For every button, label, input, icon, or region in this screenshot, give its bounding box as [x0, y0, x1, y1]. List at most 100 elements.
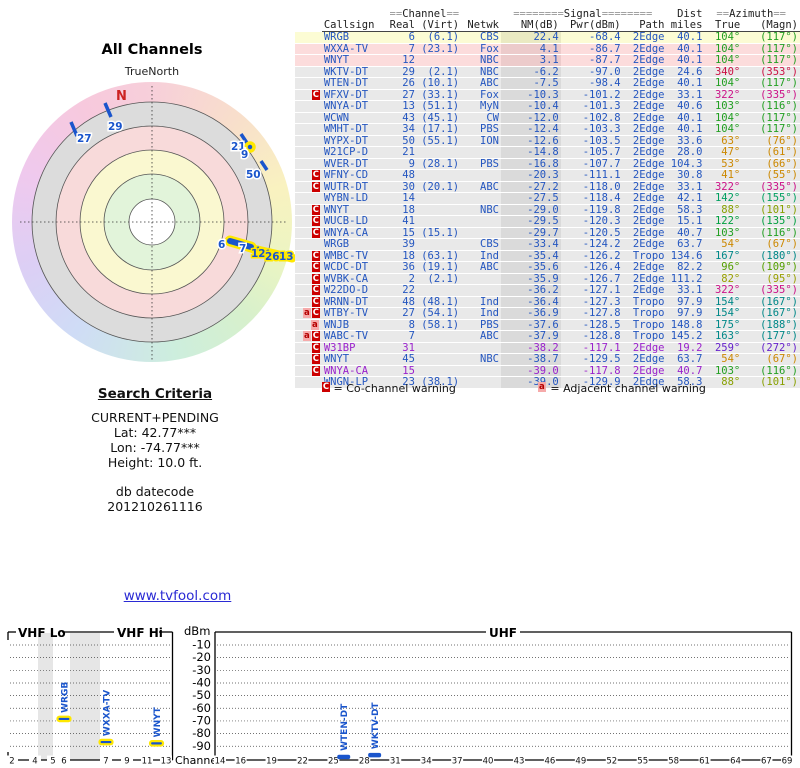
- cell-miles: 28.0: [667, 147, 705, 159]
- co-channel-warning-badge: C: [312, 216, 320, 226]
- cell-az-true: 163°: [704, 331, 742, 343]
- cell-nm: -12.0: [501, 112, 561, 124]
- cell-callsign: WVBK-CA: [322, 273, 390, 285]
- channel-tick-labels: 2456791113141619222528313437404346495255…: [6, 756, 793, 767]
- cell-miles: 40.1: [667, 124, 705, 136]
- cell-path: 2Edge: [623, 101, 667, 113]
- dbm-gridlines: [10, 645, 790, 746]
- cell-virt: [417, 354, 461, 366]
- cell-real: 31: [390, 342, 417, 354]
- cell-az-true: 322°: [704, 181, 742, 193]
- table-row: WVER-DT9(28.1)PBS-16.8-107.72Edge104.353…: [295, 158, 800, 170]
- co-channel-warning-badge: C: [312, 297, 320, 307]
- cell-miles: 33.1: [667, 285, 705, 297]
- svg-text:VHF Lo: VHF Lo: [18, 626, 66, 640]
- cell-nm: -36.4: [501, 296, 561, 308]
- cell-pwr: -101.3: [561, 101, 623, 113]
- cell-az-true: 104°: [704, 43, 742, 55]
- co-channel-warning-badge: C: [312, 343, 320, 353]
- cell-virt: (48.1): [417, 296, 461, 308]
- table-row: WXXA-TV7(23.1)Fox4.1-86.72Edge40.1104°(1…: [295, 43, 800, 55]
- cell-az-true: 41°: [704, 170, 742, 182]
- cell-az-true: 175°: [704, 319, 742, 331]
- cell-nm: -10.3: [501, 89, 561, 101]
- cell-pwr: -127.3: [561, 296, 623, 308]
- cell-virt: [417, 331, 461, 343]
- co-channel-warning-badge: C: [312, 205, 320, 215]
- cell-real: 15: [390, 365, 417, 377]
- cell-az-magn: (101°): [742, 204, 800, 216]
- table-row: WNYT12NBC3.1-87.72Edge40.1104°(117°): [295, 55, 800, 67]
- cell-az-true: 322°: [704, 89, 742, 101]
- table-row: CWNYT45NBC-38.7-129.52Edge63.754°(67°): [295, 354, 800, 366]
- cell-callsign: WMBC-TV: [322, 250, 390, 262]
- station-marker: [100, 740, 113, 744]
- cell-pwr: -124.2: [561, 239, 623, 251]
- cell-path: 2Edge: [623, 124, 667, 136]
- cell-az-true: 82°: [704, 273, 742, 285]
- svg-text:6: 6: [61, 757, 66, 767]
- cell-miles: 40.1: [667, 55, 705, 67]
- cell-az-true: 54°: [704, 354, 742, 366]
- cell-callsign: WUCB-LD: [322, 216, 390, 228]
- cell-pwr: -129.5: [561, 354, 623, 366]
- cell-pwr: -68.4: [561, 32, 623, 44]
- cell-az-magn: (117°): [742, 124, 800, 136]
- cell-az-true: 104°: [704, 55, 742, 67]
- cell-miles: 33.6: [667, 135, 705, 147]
- cell-real: 34: [390, 124, 417, 136]
- cell-miles: 63.7: [667, 239, 705, 251]
- cell-miles: 148.8: [667, 319, 705, 331]
- co-channel-warning-badge: C: [312, 262, 320, 272]
- antenna-height: Height: 10.0 ft.: [40, 455, 270, 470]
- svg-text:22: 22: [297, 757, 308, 767]
- radar-channel-labels: 29272195067122613: [77, 121, 294, 263]
- cell-az-magn: (67°): [742, 239, 800, 251]
- cell-nm: -38.2: [501, 342, 561, 354]
- cell-callsign: WNYT: [322, 55, 390, 67]
- tvfool-link[interactable]: www.tvfool.com: [124, 588, 232, 604]
- radar-crosshair: [20, 86, 286, 362]
- cell-netwk: [461, 170, 501, 182]
- cell-virt: (51.1): [417, 101, 461, 113]
- cell-virt: (10.1): [417, 78, 461, 90]
- cell-pwr: -118.0: [561, 181, 623, 193]
- cell-path: 2Edge: [623, 204, 667, 216]
- table-row: WMHT-DT34(17.1)PBS-12.4-103.32Edge40.110…: [295, 124, 800, 136]
- cell-callsign: W21CP-D: [322, 147, 390, 159]
- cell-miles: 134.6: [667, 250, 705, 262]
- cell-real: 7: [390, 43, 417, 55]
- cell-miles: 145.2: [667, 331, 705, 343]
- cell-netwk: ABC: [461, 262, 501, 274]
- cell-real: 15: [390, 227, 417, 239]
- panel-frames: [8, 632, 792, 760]
- cell-path: 2Edge: [623, 112, 667, 124]
- channel-axis-title: Channel: [175, 754, 220, 767]
- cell-nm: -35.4: [501, 250, 561, 262]
- cell-az-magn: (117°): [742, 112, 800, 124]
- cell-path: 2Edge: [623, 227, 667, 239]
- cell-virt: (20.1): [417, 181, 461, 193]
- svg-text:13: 13: [161, 757, 172, 767]
- cell-nm: -20.3: [501, 170, 561, 182]
- cell-az-true: 154°: [704, 308, 742, 320]
- cell-nm: -37.6: [501, 319, 561, 331]
- cell-virt: (58.1): [417, 319, 461, 331]
- svg-text:28: 28: [359, 757, 370, 767]
- cell-path: 2Edge: [623, 147, 667, 159]
- table-row: CWVBK-CA2(2.1)-35.9-126.72Edge111.282°(9…: [295, 273, 800, 285]
- cell-az-magn: (66°): [742, 158, 800, 170]
- co-channel-warning-badge: C: [312, 90, 320, 100]
- cell-az-magn: (180°): [742, 250, 800, 262]
- table-row: WRGB6(6.1)CBS22.4-68.42Edge40.1104°(117°…: [295, 32, 800, 44]
- cell-netwk: [461, 365, 501, 377]
- cell-real: 22: [390, 285, 417, 297]
- svg-text:49: 49: [575, 757, 586, 767]
- cell-netwk: PBS: [461, 319, 501, 331]
- cell-az-true: 340°: [704, 66, 742, 78]
- cell-pwr: -127.1: [561, 285, 623, 297]
- table-row: CWRNN-DT48(48.1)Ind-36.4-127.3Tropo97.91…: [295, 296, 800, 308]
- cell-az-magn: (117°): [742, 32, 800, 44]
- cell-pwr: -120.3: [561, 216, 623, 228]
- co-channel-warning-badge: C: [312, 170, 320, 180]
